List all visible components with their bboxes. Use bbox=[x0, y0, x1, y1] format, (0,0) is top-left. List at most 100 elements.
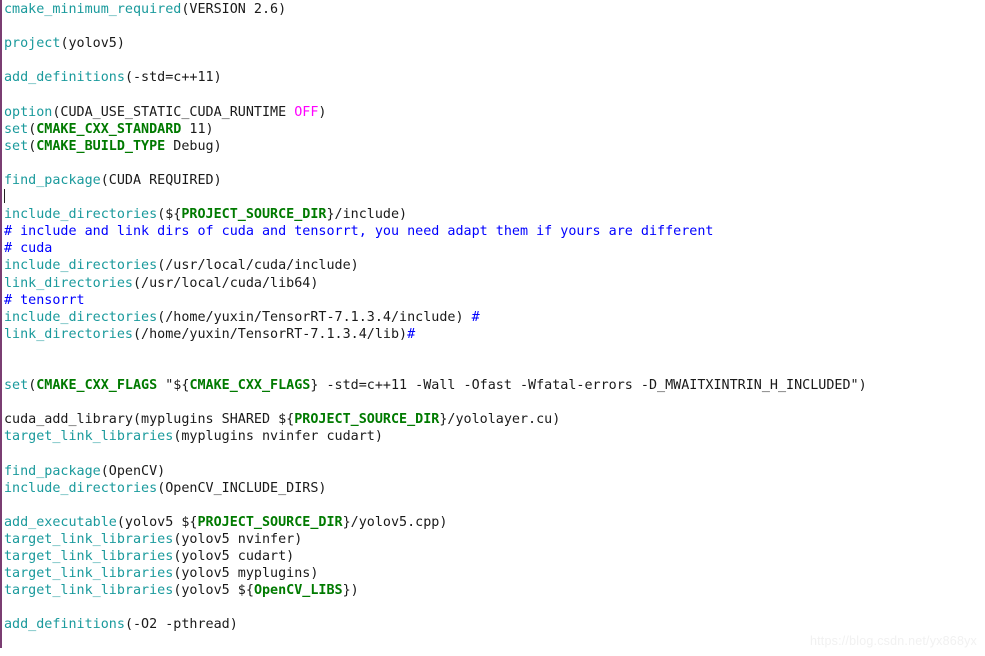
code-token-cmd: cmake_minimum_required bbox=[4, 2, 182, 17]
code-line[interactable]: # cuda bbox=[4, 240, 985, 257]
code-token-plain: } -std=c++11 -Wall -Ofast -Wfatal-errors… bbox=[310, 378, 867, 394]
code-line[interactable]: include_directories(${PROJECT_SOURCE_DIR… bbox=[4, 206, 985, 223]
code-line[interactable]: # tensorrt bbox=[4, 292, 985, 309]
code-line[interactable]: ​ bbox=[4, 497, 985, 514]
code-line[interactable]: add_definitions(-O2 -pthread) bbox=[4, 616, 985, 633]
code-token-cmd: add_definitions bbox=[4, 617, 125, 633]
text-caret bbox=[4, 189, 5, 204]
code-line[interactable]: option(CUDA_USE_STATIC_CUDA_RUNTIME OFF) bbox=[4, 104, 985, 121]
code-token-plain: (VERSION 2.6) bbox=[181, 2, 287, 17]
code-token-plain: (OpenCV_INCLUDE_DIRS) bbox=[157, 480, 327, 496]
code-line[interactable]: ​ bbox=[4, 155, 985, 172]
code-editor[interactable]: cmake_minimum_required(VERSION 2.6)​proj… bbox=[0, 0, 985, 656]
code-line[interactable]: link_directories(/home/yuxin/TensorRT-7.… bbox=[4, 326, 985, 343]
code-token-cmd: add_definitions bbox=[4, 70, 125, 86]
code-token-plain: 11) bbox=[181, 121, 214, 137]
code-token-cmt: # bbox=[407, 326, 416, 342]
code-token-plain: ) bbox=[318, 104, 327, 120]
code-token-plain: (yolov5 ${ bbox=[116, 514, 198, 530]
code-token-cmd: set bbox=[4, 378, 29, 394]
code-line[interactable]: include_directories(OpenCV_INCLUDE_DIRS) bbox=[4, 480, 985, 497]
code-token-var: PROJECT_SOURCE_DIR bbox=[197, 514, 343, 530]
code-token-plain: (-O2 -pthread) bbox=[124, 617, 238, 633]
code-token-plain: (/home/yuxin/TensorRT-7.1.3.4/include) bbox=[157, 309, 472, 325]
code-token-plain: (CUDA_USE_STATIC_CUDA_RUNTIME bbox=[52, 104, 295, 120]
code-token-var: PROJECT_SOURCE_DIR bbox=[181, 207, 327, 223]
code-line[interactable]: ​ bbox=[4, 599, 985, 616]
code-token-plain: (/usr/local/cuda/lib64) bbox=[133, 275, 319, 291]
code-line[interactable]: target_link_libraries(yolov5 cudart) bbox=[4, 548, 985, 565]
code-line[interactable]: ​ bbox=[4, 86, 985, 103]
code-line[interactable]: find_package(OpenCV) bbox=[4, 463, 985, 480]
code-token-plain: (/home/yuxin/TensorRT-7.1.3.4/lib) bbox=[133, 326, 408, 342]
code-line[interactable]: ​ bbox=[4, 189, 985, 206]
code-line[interactable]: project(yolov5) bbox=[4, 35, 985, 52]
code-token-cmd: include_directories bbox=[4, 207, 158, 223]
code-token-plain: "${ bbox=[157, 378, 190, 394]
code-token-plain: Debug) bbox=[165, 138, 222, 154]
code-token-plain: (CUDA REQUIRED) bbox=[100, 172, 222, 188]
code-line[interactable]: add_definitions(-std=c++11) bbox=[4, 69, 985, 86]
code-token-var: OpenCV_LIBS bbox=[253, 583, 343, 599]
code-line[interactable]: ​ bbox=[4, 445, 985, 462]
code-token-plain: (/usr/local/cuda/include) bbox=[157, 258, 359, 274]
code-token-var: CMAKE_CXX_STANDARD bbox=[36, 121, 182, 137]
code-token-cmd: target_link_libraries bbox=[4, 549, 174, 564]
editor-left-border bbox=[0, 0, 2, 648]
code-token-plain: (yolov5 ${ bbox=[173, 583, 254, 599]
code-line[interactable]: set(CMAKE_CXX_STANDARD 11) bbox=[4, 121, 985, 138]
code-token-var: CMAKE_BUILD_TYPE bbox=[36, 138, 166, 154]
code-token-cmd: include_directories bbox=[4, 309, 158, 325]
code-token-plain: (myplugins nvinfer cudart) bbox=[173, 429, 383, 445]
code-token-plain: }/include) bbox=[326, 207, 408, 223]
code-token-cmd: target_link_libraries bbox=[4, 531, 174, 547]
code-token-cmt: # cuda bbox=[4, 241, 53, 257]
code-token-cmd: target_link_libraries bbox=[4, 429, 174, 445]
watermark-text: https://blog.csdn.net/yx868yx bbox=[809, 634, 977, 648]
code-line[interactable]: target_link_libraries(myplugins nvinfer … bbox=[4, 428, 985, 445]
code-token-plain: (-std=c++11) bbox=[124, 70, 222, 86]
code-token-var: CMAKE_CXX_FLAGS bbox=[36, 378, 158, 394]
code-line[interactable]: include_directories(/usr/local/cuda/incl… bbox=[4, 257, 985, 274]
code-token-cmd: set bbox=[4, 138, 29, 154]
code-token-plain: (yolov5 myplugins) bbox=[173, 566, 319, 582]
code-line[interactable]: target_link_libraries(yolov5 ${OpenCV_LI… bbox=[4, 582, 985, 599]
code-token-cmd: project bbox=[4, 36, 61, 52]
code-token-var: CMAKE_CXX_FLAGS bbox=[189, 378, 311, 394]
code-line[interactable]: target_link_libraries(yolov5 nvinfer) bbox=[4, 531, 985, 548]
code-token-plain: (${ bbox=[157, 207, 182, 223]
code-token-cmd: include_directories bbox=[4, 480, 158, 496]
code-token-kw: OFF bbox=[294, 104, 319, 120]
code-token-plain: }/yolov5.cpp) bbox=[342, 514, 448, 530]
code-line[interactable]: set(CMAKE_CXX_FLAGS "${CMAKE_CXX_FLAGS} … bbox=[4, 377, 985, 394]
code-line[interactable]: ​ bbox=[4, 343, 985, 360]
code-line[interactable]: add_executable(yolov5 ${PROJECT_SOURCE_D… bbox=[4, 514, 985, 531]
code-line[interactable]: ​ bbox=[4, 52, 985, 69]
code-token-cmd: set bbox=[4, 121, 29, 137]
code-token-cmd: target_link_libraries bbox=[4, 566, 174, 582]
code-line[interactable]: ​ bbox=[4, 360, 985, 377]
code-line[interactable]: cmake_minimum_required(VERSION 2.6) bbox=[4, 1, 985, 18]
code-token-cmd: option bbox=[4, 104, 53, 120]
code-line[interactable]: include_directories(/home/yuxin/TensorRT… bbox=[4, 309, 985, 326]
code-token-cmd: target_link_libraries bbox=[4, 583, 174, 599]
code-token-plain: (yolov5 cudart) bbox=[173, 549, 295, 564]
code-line[interactable]: ​ bbox=[4, 394, 985, 411]
code-line[interactable]: ​ bbox=[4, 18, 985, 35]
code-line[interactable]: target_link_libraries(yolov5 myplugins) bbox=[4, 565, 985, 582]
code-token-plain: (yolov5) bbox=[60, 36, 125, 52]
code-token-cmt: # include and link dirs of cuda and tens… bbox=[4, 224, 714, 240]
code-text-area[interactable]: cmake_minimum_required(VERSION 2.6)​proj… bbox=[4, 0, 985, 633]
code-token-plain: (yolov5 nvinfer) bbox=[173, 531, 303, 547]
code-line[interactable]: cuda_add_library(myplugins SHARED ${PROJ… bbox=[4, 411, 985, 428]
code-line[interactable]: link_directories(/usr/local/cuda/lib64) bbox=[4, 275, 985, 292]
code-token-cmd: add_executable bbox=[4, 514, 117, 530]
code-token-cmt: # bbox=[471, 309, 480, 325]
code-line[interactable]: # include and link dirs of cuda and tens… bbox=[4, 223, 985, 240]
code-token-plain: (OpenCV) bbox=[100, 463, 166, 479]
code-token-cmt: # tensorrt bbox=[4, 292, 85, 308]
code-token-cmd: link_directories bbox=[4, 275, 133, 291]
code-token-cmd: include_directories bbox=[4, 258, 158, 274]
code-line[interactable]: find_package(CUDA REQUIRED) bbox=[4, 172, 985, 189]
code-line[interactable]: set(CMAKE_BUILD_TYPE Debug) bbox=[4, 138, 985, 155]
